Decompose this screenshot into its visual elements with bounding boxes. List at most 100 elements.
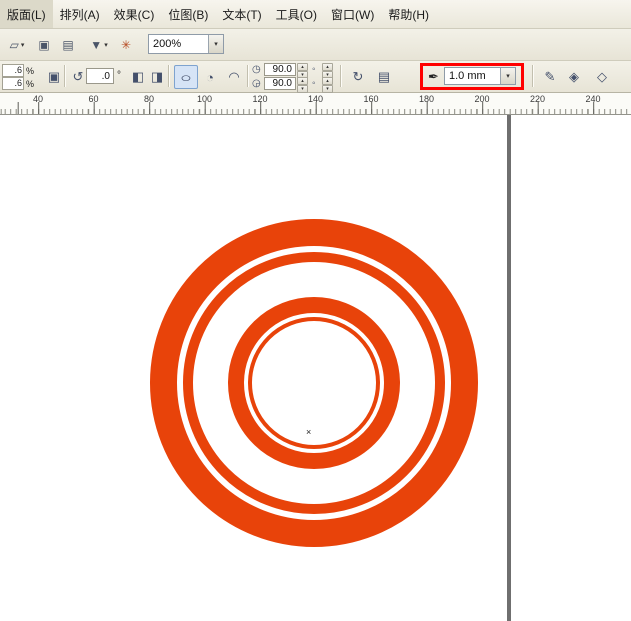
spinner-up-icon[interactable]: ▴: [322, 63, 333, 71]
end-angle-step-spinner[interactable]: ▴ ▾: [322, 77, 333, 93]
application-launcher-button[interactable]: ▼ ▾: [84, 33, 114, 57]
export-icon: ▤: [62, 38, 73, 52]
mirror-horizontal-button[interactable]: ◧: [128, 65, 148, 89]
ruler-label: 100: [197, 94, 212, 104]
ruler-label: 240: [585, 94, 600, 104]
symbols-button[interactable]: ◈: [562, 65, 586, 89]
end-angle-spinner[interactable]: ▴ ▾: [297, 77, 308, 93]
separator: [340, 65, 341, 87]
ruler-label: 80: [144, 94, 154, 104]
drawing-layer: [0, 115, 631, 621]
page-boundary-line: [507, 115, 511, 621]
spinner-up-icon[interactable]: ▴: [322, 77, 333, 85]
ruler-label: 180: [419, 94, 434, 104]
ruler-label: 200: [474, 94, 489, 104]
end-angle-field[interactable]: 90.0: [264, 77, 296, 90]
ruler-label: 60: [88, 94, 98, 104]
menu-window[interactable]: 窗口(W): [324, 0, 381, 28]
outline-dialog-button[interactable]: ◇: [590, 65, 614, 89]
spinner-up-icon[interactable]: ▴: [297, 63, 308, 71]
format-text-button[interactable]: ✎: [538, 65, 562, 89]
ruler-label: 220: [530, 94, 545, 104]
separator: [64, 65, 65, 87]
text-wrap-button[interactable]: ▤: [372, 65, 396, 89]
arc-shape-button[interactable]: ◠: [222, 65, 246, 89]
separator: [532, 65, 533, 87]
ellipse-shape-button[interactable]: ○: [174, 65, 198, 89]
pen-nib-icon: ✒: [428, 69, 439, 85]
ruler-label: 140: [308, 94, 323, 104]
direction-icon: ↻: [353, 69, 364, 85]
menu-arrange[interactable]: 排列(A): [53, 0, 107, 28]
scale-h-field[interactable]: .6: [2, 64, 24, 77]
pie-shape-button[interactable]: ◔: [198, 65, 222, 89]
scale-h-row: .6 %: [2, 64, 34, 77]
symbols-icon: ◈: [569, 69, 579, 85]
scale-v-field[interactable]: .6: [2, 77, 24, 90]
outline-width-dropdown-icon[interactable]: ▾: [500, 68, 515, 84]
mirror-horizontal-icon: ◧: [132, 69, 144, 85]
export-button[interactable]: ▤: [56, 33, 80, 57]
mirror-vertical-button[interactable]: ◨: [147, 65, 167, 89]
ring-inner-thick[interactable]: [236, 305, 392, 461]
spinner-up-icon[interactable]: ▴: [297, 77, 308, 85]
ruler-label: 120: [252, 94, 267, 104]
menu-tools[interactable]: 工具(O): [269, 0, 324, 28]
menu-bar: 版面(L) 排列(A) 效果(C) 位图(B) 文本(T) 工具(O) 窗口(W…: [0, 0, 631, 29]
snap-button[interactable]: ✳: [114, 33, 138, 57]
property-bar: .6 % .6 % ▣ ↺ .0 ° ◧ ◨ ○ ◔ ◠ ◷ 90.0 ▴ ▾ …: [0, 61, 631, 93]
rotate-icon: ↺: [73, 69, 84, 85]
start-angle-icon: ◷: [252, 64, 261, 75]
outline-width-combo[interactable]: 1.0 mm ▾: [444, 67, 516, 85]
spinner-down-icon[interactable]: ▾: [322, 85, 333, 93]
ring-outer[interactable]: [164, 233, 465, 534]
launcher-icon: ▼: [90, 38, 102, 52]
horizontal-ruler[interactable]: 40 60 80 100 120 140 160 180 200 220 240: [0, 93, 631, 115]
mirror-vertical-icon: ◨: [151, 69, 163, 85]
ruler-label: 160: [363, 94, 378, 104]
ring-inner-thin[interactable]: [250, 319, 378, 447]
menu-effects[interactable]: 效果(C): [107, 0, 162, 28]
chevron-down-icon: ▾: [104, 41, 108, 49]
start-angle-field[interactable]: 90.0: [264, 63, 296, 76]
scale-v-unit: %: [26, 79, 34, 89]
lock-icon: ▣: [48, 69, 60, 85]
snap-icon: ✳: [121, 38, 131, 52]
menu-layout[interactable]: 版面(L): [0, 0, 53, 28]
zoom-level-combo[interactable]: 200% ▾: [148, 34, 224, 54]
degree-label: °: [117, 70, 121, 81]
arc-icon: ◠: [228, 69, 239, 85]
rotation-angle-field[interactable]: .0: [86, 68, 114, 84]
separator: [247, 65, 248, 87]
end-angle-mini-icon: ◦: [312, 78, 316, 89]
pie-icon: ◔: [206, 70, 214, 85]
node-marker[interactable]: ×: [306, 427, 311, 437]
separator: [168, 65, 169, 87]
menu-text[interactable]: 文本(T): [215, 0, 268, 28]
rotation-indicator: ↺: [68, 65, 88, 89]
standard-toolbar: ▱ ▾ ▣ ▤ ▼ ▾ ✳ 200% ▾: [0, 29, 631, 61]
ruler-label: 40: [33, 94, 43, 104]
ellipse-icon: ○: [180, 70, 192, 85]
zoom-dropdown-icon[interactable]: ▾: [208, 35, 223, 53]
lock-ratio-button[interactable]: ▣: [44, 65, 64, 89]
end-angle-icon: ◶: [252, 78, 261, 89]
scale-h-unit: %: [26, 66, 34, 76]
shape-options-icon: ▱: [10, 38, 19, 52]
format-text-icon: ✎: [545, 69, 556, 85]
ring-second[interactable]: [188, 257, 440, 509]
outline-width-value[interactable]: 1.0 mm: [445, 68, 500, 84]
spinner-down-icon[interactable]: ▾: [297, 85, 308, 93]
menu-bitmaps[interactable]: 位图(B): [161, 0, 215, 28]
zoom-level-value[interactable]: 200%: [149, 35, 208, 53]
import-button[interactable]: ▣: [32, 33, 56, 57]
text-wrap-icon: ▤: [378, 69, 390, 85]
shape-options-button[interactable]: ▱ ▾: [2, 33, 32, 57]
outline-dialog-icon: ◇: [597, 69, 607, 85]
import-icon: ▣: [38, 38, 49, 52]
change-direction-button[interactable]: ↻: [346, 65, 370, 89]
chevron-down-icon: ▾: [21, 41, 25, 49]
scale-v-row: .6 %: [2, 77, 34, 90]
menu-help[interactable]: 帮助(H): [381, 0, 436, 28]
canvas-area[interactable]: ×: [0, 115, 631, 621]
